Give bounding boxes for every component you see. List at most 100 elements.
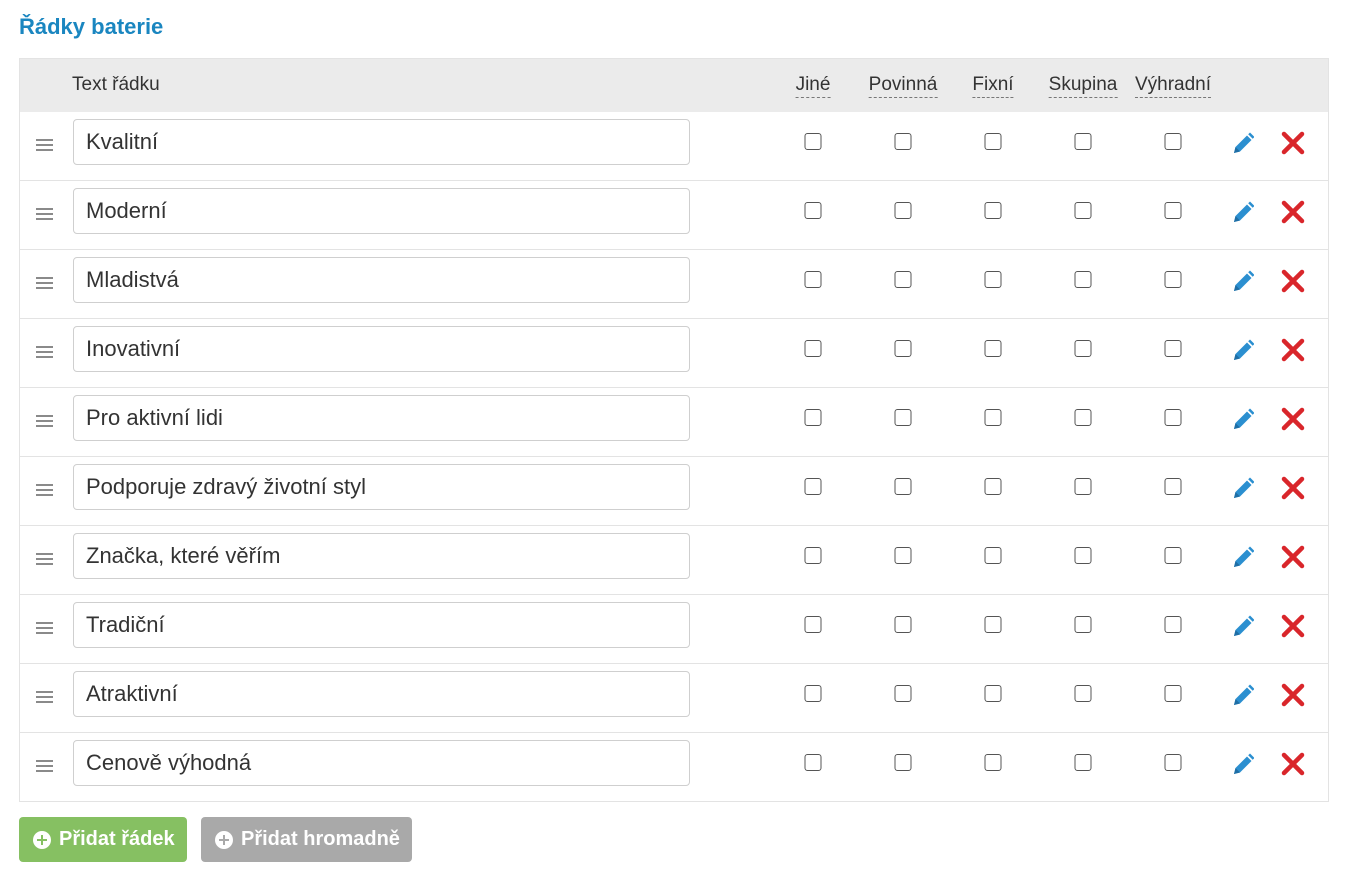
row-text-input[interactable] [73, 188, 690, 234]
pencil-icon[interactable] [1232, 338, 1254, 362]
add-bulk-button[interactable]: Přidat hromadně [201, 817, 412, 862]
checkbox-required[interactable] [894, 616, 912, 633]
checkbox-fixed[interactable] [984, 547, 1002, 564]
checkbox-exclusive[interactable] [1164, 409, 1182, 426]
close-icon[interactable] [1281, 407, 1305, 431]
pencil-icon[interactable] [1232, 545, 1254, 569]
drag-handle-icon[interactable] [36, 553, 53, 566]
checkbox-group[interactable] [1074, 409, 1092, 426]
checkbox-group[interactable] [1074, 340, 1092, 357]
checkbox-group[interactable] [1074, 271, 1092, 288]
header-group[interactable]: Skupina [1048, 73, 1118, 98]
checkbox-fixed[interactable] [984, 133, 1002, 150]
checkbox-exclusive[interactable] [1164, 271, 1182, 288]
checkbox-other[interactable] [804, 133, 822, 150]
pencil-icon[interactable] [1232, 752, 1254, 776]
row-text-input[interactable] [73, 257, 690, 303]
checkbox-fixed[interactable] [984, 478, 1002, 495]
pencil-icon[interactable] [1232, 407, 1254, 431]
drag-handle-icon[interactable] [36, 208, 53, 221]
checkbox-exclusive[interactable] [1164, 616, 1182, 633]
checkbox-required[interactable] [894, 547, 912, 564]
checkbox-other[interactable] [804, 616, 822, 633]
checkbox-required[interactable] [894, 133, 912, 150]
checkbox-group[interactable] [1074, 685, 1092, 702]
close-icon[interactable] [1281, 545, 1305, 569]
close-icon[interactable] [1281, 614, 1305, 638]
table-row [20, 456, 1328, 525]
row-text-input[interactable] [73, 119, 690, 165]
checkbox-required[interactable] [894, 409, 912, 426]
close-icon[interactable] [1281, 338, 1305, 362]
checkbox-exclusive[interactable] [1164, 685, 1182, 702]
checkbox-group[interactable] [1074, 616, 1092, 633]
pencil-icon[interactable] [1232, 269, 1254, 293]
checkbox-required[interactable] [894, 754, 912, 771]
checkbox-group[interactable] [1074, 754, 1092, 771]
header-other[interactable]: Jiné [795, 73, 831, 98]
pencil-icon[interactable] [1232, 683, 1254, 707]
checkbox-required[interactable] [894, 271, 912, 288]
checkbox-fixed[interactable] [984, 685, 1002, 702]
close-icon[interactable] [1281, 131, 1305, 155]
checkbox-fixed[interactable] [984, 202, 1002, 219]
drag-handle-icon[interactable] [36, 346, 53, 359]
checkbox-other[interactable] [804, 754, 822, 771]
drag-handle-icon[interactable] [36, 415, 53, 428]
checkbox-required[interactable] [894, 685, 912, 702]
checkbox-exclusive[interactable] [1164, 202, 1182, 219]
add-row-button[interactable]: Přidat řádek [19, 817, 187, 862]
table-row [20, 525, 1328, 594]
checkbox-fixed[interactable] [984, 754, 1002, 771]
checkbox-required[interactable] [894, 202, 912, 219]
checkbox-group[interactable] [1074, 478, 1092, 495]
close-icon[interactable] [1281, 476, 1305, 500]
row-text-input[interactable] [73, 533, 690, 579]
header-required[interactable]: Povinná [868, 73, 938, 98]
row-text-input[interactable] [73, 326, 690, 372]
header-fixed[interactable]: Fixní [972, 73, 1014, 98]
drag-handle-icon[interactable] [36, 139, 53, 152]
close-icon[interactable] [1281, 683, 1305, 707]
pencil-icon[interactable] [1232, 200, 1254, 224]
drag-handle-icon[interactable] [36, 691, 53, 704]
drag-handle-icon[interactable] [36, 760, 53, 773]
checkbox-other[interactable] [804, 409, 822, 426]
checkbox-exclusive[interactable] [1164, 478, 1182, 495]
checkbox-exclusive[interactable] [1164, 340, 1182, 357]
close-icon[interactable] [1281, 752, 1305, 776]
pencil-icon[interactable] [1232, 614, 1254, 638]
checkbox-fixed[interactable] [984, 409, 1002, 426]
checkbox-other[interactable] [804, 202, 822, 219]
checkbox-group[interactable] [1074, 202, 1092, 219]
checkbox-fixed[interactable] [984, 616, 1002, 633]
row-text-input[interactable] [73, 464, 690, 510]
close-icon[interactable] [1281, 269, 1305, 293]
checkbox-exclusive[interactable] [1164, 133, 1182, 150]
drag-handle-icon[interactable] [36, 277, 53, 290]
checkbox-other[interactable] [804, 271, 822, 288]
pencil-icon[interactable] [1232, 476, 1254, 500]
header-exclusive[interactable]: Výhradní [1134, 73, 1212, 98]
checkbox-other[interactable] [804, 547, 822, 564]
checkbox-exclusive[interactable] [1164, 547, 1182, 564]
checkbox-fixed[interactable] [984, 271, 1002, 288]
pencil-icon[interactable] [1232, 131, 1254, 155]
table-row [20, 249, 1328, 318]
checkbox-other[interactable] [804, 340, 822, 357]
row-text-input[interactable] [73, 671, 690, 717]
row-text-input[interactable] [73, 740, 690, 786]
drag-handle-icon[interactable] [36, 484, 53, 497]
checkbox-exclusive[interactable] [1164, 754, 1182, 771]
checkbox-group[interactable] [1074, 547, 1092, 564]
checkbox-fixed[interactable] [984, 340, 1002, 357]
close-icon[interactable] [1281, 200, 1305, 224]
checkbox-other[interactable] [804, 685, 822, 702]
row-text-input[interactable] [73, 395, 690, 441]
row-text-input[interactable] [73, 602, 690, 648]
checkbox-required[interactable] [894, 340, 912, 357]
checkbox-other[interactable] [804, 478, 822, 495]
checkbox-group[interactable] [1074, 133, 1092, 150]
drag-handle-icon[interactable] [36, 622, 53, 635]
checkbox-required[interactable] [894, 478, 912, 495]
